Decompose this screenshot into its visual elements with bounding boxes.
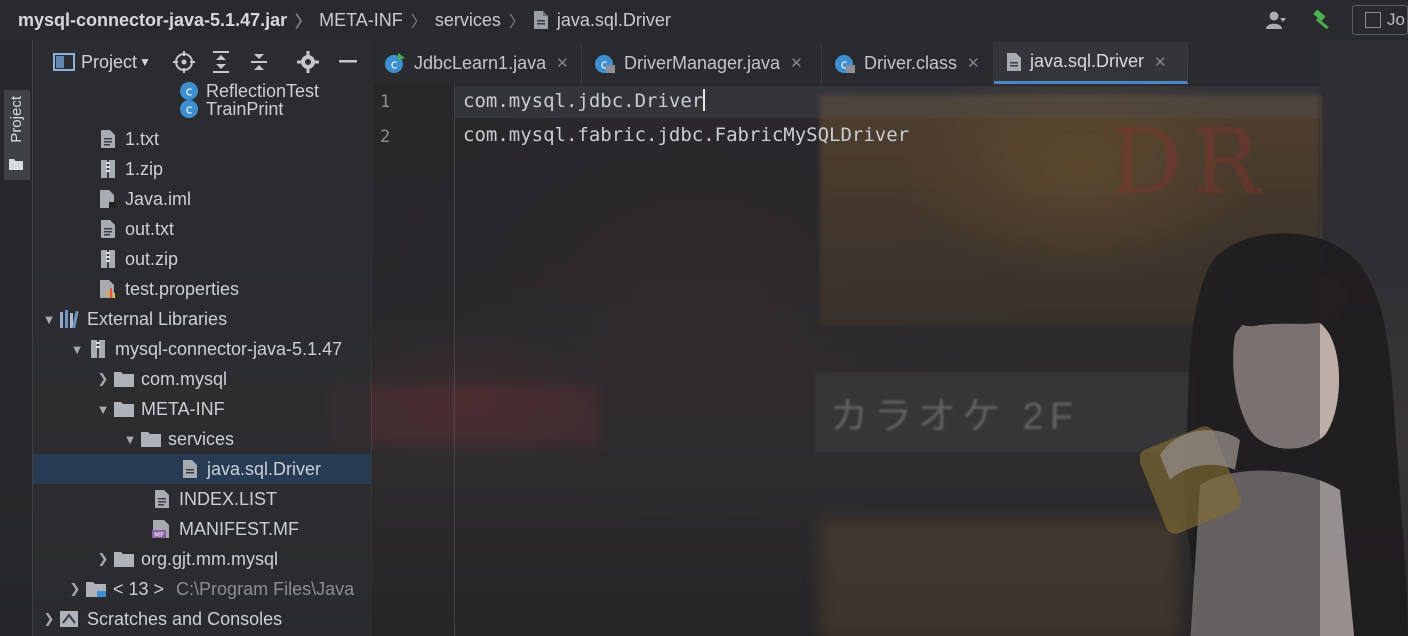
- close-icon[interactable]: ✕: [556, 54, 569, 72]
- tree-row-package[interactable]: ▼ META-INF: [33, 394, 371, 424]
- user-icon[interactable]: [1266, 10, 1288, 30]
- collapse-all-icon[interactable]: [249, 51, 269, 73]
- tree-row-external-libraries[interactable]: ▼ External Libraries: [33, 304, 371, 334]
- code-line[interactable]: com.mysql.jdbc.Driver: [463, 89, 706, 112]
- tree-row-jdk[interactable]: ❯ < 13 > C:\Program Files\Java: [33, 574, 371, 604]
- module-icon: [1365, 12, 1381, 28]
- tab-drivermanager[interactable]: c DriverManager.java ✕: [582, 42, 822, 84]
- locate-file-icon[interactable]: [172, 51, 195, 73]
- tree-row[interactable]: MF MANIFEST.MF: [33, 514, 371, 544]
- text-caret: [703, 89, 706, 111]
- breadcrumb-java-sql-driver[interactable]: java.sql.Driver: [533, 10, 671, 31]
- tree-row-scratches[interactable]: ❯ Scratches and Consoles: [33, 604, 371, 634]
- chevron-right-icon: 〉: [295, 14, 312, 31]
- chevron-down-icon[interactable]: ▼: [139, 55, 151, 69]
- project-panel: Project ▼ c ReflectionTest c TrainPrint: [33, 40, 371, 636]
- chevron-right-icon[interactable]: ❯: [65, 581, 85, 597]
- folder-icon: [113, 398, 135, 420]
- hide-panel-icon[interactable]: [338, 60, 357, 64]
- project-view-icon: [53, 53, 75, 71]
- build-hammer-icon[interactable]: [1312, 9, 1334, 31]
- svg-text:c: c: [391, 58, 398, 72]
- tree-row-selected[interactable]: java.sql.Driver: [33, 454, 371, 484]
- tree-row-jar[interactable]: ▼ mysql-connector-java-5.1.47: [33, 334, 371, 364]
- tree-row-package[interactable]: ❯ org.gjt.mm.mysql: [33, 544, 371, 574]
- scratches-icon: [59, 608, 81, 630]
- java-class-icon: c: [834, 52, 856, 74]
- text-file-icon: [97, 128, 119, 150]
- text-file-icon: [97, 218, 119, 240]
- tree-row[interactable]: Java.iml: [33, 184, 371, 214]
- project-view-dropdown[interactable]: Project: [81, 52, 137, 73]
- line-number: 1: [380, 92, 391, 112]
- chevron-down-icon[interactable]: ▼: [120, 432, 140, 447]
- class-icon: c: [178, 98, 200, 120]
- tree-row[interactable]: 1.txt: [33, 124, 371, 154]
- tab-driver-class[interactable]: c Driver.class ✕: [822, 42, 994, 84]
- tree-row-package[interactable]: ▼ services: [33, 424, 371, 454]
- chevron-down-icon[interactable]: ▼: [93, 402, 113, 417]
- tree-row[interactable]: test.properties: [33, 274, 371, 304]
- chevron-right-icon: 〉: [508, 14, 525, 31]
- folder-icon: [9, 158, 23, 170]
- jdk-folder-icon: [85, 578, 107, 600]
- folder-icon: [113, 548, 135, 570]
- close-icon[interactable]: ✕: [967, 54, 980, 72]
- tab-java-sql-driver[interactable]: java.sql.Driver ✕: [994, 42, 1188, 84]
- text-file-icon: [151, 488, 173, 510]
- breadcrumb-services[interactable]: services 〉: [435, 8, 533, 32]
- tool-window-strip: Project: [0, 40, 33, 636]
- breadcrumb-meta-inf[interactable]: META-INF 〉: [319, 8, 435, 32]
- libraries-icon: [59, 308, 81, 330]
- project-tool-window-label: Project: [8, 96, 25, 143]
- tree-row[interactable]: out.txt: [33, 214, 371, 244]
- java-class-icon: c: [594, 52, 616, 74]
- line-number: 2: [380, 127, 391, 147]
- chevron-down-icon[interactable]: ▼: [67, 342, 87, 357]
- navigation-bar: mysql-connector-java-5.1.47.jar 〉 META-I…: [0, 0, 1408, 40]
- code-line[interactable]: com.mysql.fabric.jdbc.FabricMySQLDriver: [463, 124, 909, 146]
- tree-row[interactable]: 1.zip: [33, 154, 371, 184]
- chevron-down-icon[interactable]: ▼: [39, 312, 59, 327]
- file-icon: [533, 10, 549, 30]
- expand-all-icon[interactable]: [211, 51, 231, 73]
- chevron-right-icon[interactable]: ❯: [39, 611, 59, 627]
- manifest-icon: MF: [151, 518, 173, 540]
- jar-icon: [87, 338, 109, 360]
- close-icon[interactable]: ✕: [790, 54, 803, 72]
- folder-icon: [113, 368, 135, 390]
- folder-icon: [140, 428, 162, 450]
- properties-file-icon: [97, 278, 119, 300]
- editor-tabs: c JdbcLearn1.java ✕ c DriverManager.java…: [372, 40, 1320, 84]
- chevron-right-icon[interactable]: ❯: [93, 371, 113, 387]
- close-icon[interactable]: ✕: [1154, 53, 1167, 71]
- tree-row[interactable]: c TrainPrint: [33, 94, 371, 124]
- tab-jdbclearn1[interactable]: c JdbcLearn1.java ✕: [372, 42, 582, 84]
- svg-text:MF: MF: [154, 531, 164, 539]
- file-icon: [1006, 52, 1022, 72]
- line-number-gutter: 1 2: [372, 84, 455, 636]
- code-editor[interactable]: 1 2 com.mysql.jdbc.Driver com.mysql.fabr…: [372, 84, 1320, 636]
- archive-icon: [97, 248, 119, 270]
- run-configuration-selector[interactable]: Jo: [1352, 5, 1408, 35]
- tree-row[interactable]: INDEX.LIST: [33, 484, 371, 514]
- tree-row[interactable]: out.zip: [33, 244, 371, 274]
- breadcrumb-jar[interactable]: mysql-connector-java-5.1.47.jar 〉: [18, 8, 319, 32]
- gear-icon[interactable]: [296, 51, 319, 73]
- chevron-right-icon: 〉: [410, 14, 427, 31]
- module-file-icon: [97, 188, 119, 210]
- chevron-right-icon[interactable]: ❯: [93, 551, 113, 567]
- svg-text:c: c: [186, 103, 193, 117]
- file-icon: [179, 458, 201, 480]
- archive-icon: [97, 158, 119, 180]
- tree-row-package[interactable]: ❯ com.mysql: [33, 364, 371, 394]
- java-class-icon: c: [384, 52, 406, 74]
